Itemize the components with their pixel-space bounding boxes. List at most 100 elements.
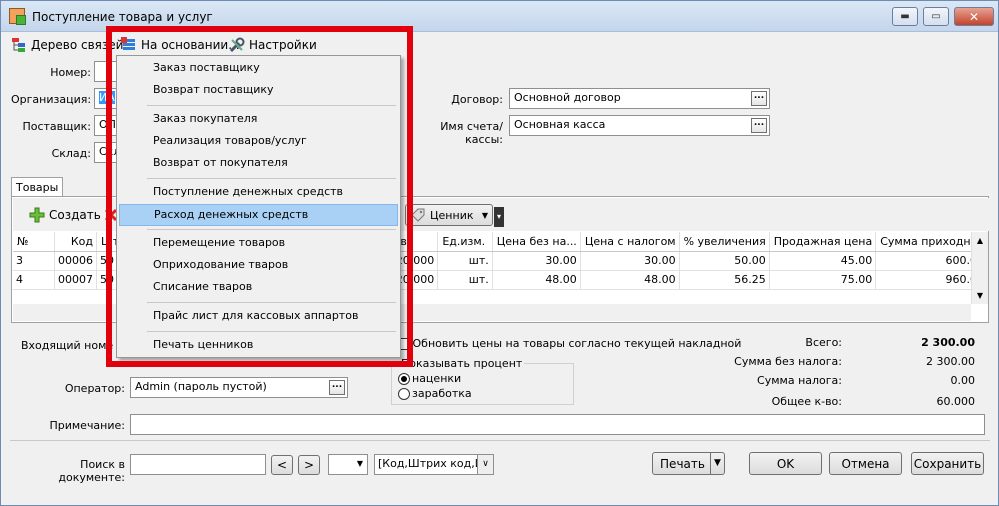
menu-item-goods-transfer[interactable]: Перемещение товаров xyxy=(119,233,398,255)
organization-value: ИА xyxy=(99,91,115,104)
account-label: Имя счета/кассы: xyxy=(440,120,503,146)
column-header[interactable]: Ед.изм. xyxy=(437,232,493,252)
app-icon xyxy=(9,8,26,25)
percent-group-label: Показывать процент xyxy=(399,357,525,370)
table-cell: 50.00 xyxy=(679,251,770,271)
scroll-down-icon[interactable]: ▼ xyxy=(972,287,988,304)
menu-item-customer-order[interactable]: Заказ покупателя xyxy=(119,109,398,131)
operator-label: Оператор: xyxy=(64,382,125,395)
table-cell: 00006 xyxy=(54,251,97,271)
table-cell: 48.00 xyxy=(492,270,581,290)
search-fields-select[interactable]: [Код,Штрих код,И ∨ xyxy=(374,454,494,475)
table-cell: 75.00 xyxy=(769,270,877,290)
tree-button[interactable]: Дерево связей xyxy=(11,36,123,54)
based-on-button[interactable]: На основании... xyxy=(121,36,240,54)
column-header[interactable]: Код xyxy=(54,232,97,252)
radio-unselected[interactable] xyxy=(398,388,410,400)
table-cell: 00007 xyxy=(54,270,97,290)
search-input[interactable] xyxy=(130,454,266,475)
table-cell: 30.00 xyxy=(580,251,680,271)
print-dropdown-icon[interactable]: ▼ xyxy=(710,453,724,474)
note-field[interactable] xyxy=(130,414,985,435)
table-cell: 56.25 xyxy=(679,270,770,290)
column-header[interactable]: % увеличения xyxy=(679,232,770,252)
earnings-radio[interactable]: заработка xyxy=(398,387,472,400)
account-select-button[interactable]: ... xyxy=(751,118,767,133)
close-button[interactable]: ✕ xyxy=(954,7,994,26)
operator-select-button[interactable]: ... xyxy=(329,380,345,395)
qty-value: 60.000 xyxy=(936,395,976,408)
chevron-down-icon: ▼ xyxy=(356,459,363,468)
menu-item-customer-return[interactable]: Возврат от покупателя xyxy=(119,153,398,175)
account-field[interactable]: Основная касса... xyxy=(509,115,770,136)
search-label: Поиск в документе: xyxy=(58,458,125,484)
column-header[interactable]: Цена с налогом xyxy=(580,232,680,252)
menu-item-print-price-tags[interactable]: Печать ценников xyxy=(119,335,398,357)
overflow-chevron-icon[interactable]: ▾ xyxy=(494,207,504,227)
create-button[interactable]: Создать xyxy=(29,206,101,224)
print-label: Печать xyxy=(660,456,705,471)
column-header[interactable]: № xyxy=(13,232,55,252)
toolbar: Дерево связей На основании... Настройки xyxy=(1,32,998,87)
price-tag-button[interactable]: Ценник ▼ xyxy=(405,204,493,226)
menu-item-cash-expense[interactable]: Расход денежных средств xyxy=(119,204,398,226)
markup-radio[interactable]: наценки xyxy=(398,372,461,385)
qty-label: Общее к-во: xyxy=(771,395,842,408)
menu-separator xyxy=(147,302,396,303)
radio-selected[interactable] xyxy=(398,373,410,385)
documents-icon xyxy=(121,37,135,50)
next-button[interactable]: > xyxy=(298,455,320,475)
tag-icon xyxy=(411,208,425,222)
window-title: Поступление товара и услуг xyxy=(32,10,213,24)
account-value: Основная касса xyxy=(514,118,606,131)
menu-item-supplier-order[interactable]: Заказ поставщику xyxy=(119,58,398,80)
earnings-label: заработка xyxy=(412,387,472,400)
column-header[interactable]: Продажная цена xyxy=(769,232,877,252)
no-tax-label: Сумма без налога: xyxy=(734,355,842,368)
cancel-button[interactable]: Отмена xyxy=(829,452,902,475)
print-button[interactable]: Печать ▼ xyxy=(652,452,725,475)
table-cell: 45.00 xyxy=(769,251,877,271)
menu-item-return-to-supplier[interactable]: Возврат поставщику xyxy=(119,80,398,102)
column-header[interactable]: Цена без на... xyxy=(492,232,581,252)
tree-icon xyxy=(12,38,25,52)
contract-label: Договор: xyxy=(451,93,503,106)
save-button[interactable]: Сохранить xyxy=(911,452,984,475)
maximize-button[interactable]: ▭ xyxy=(923,7,949,26)
vertical-scrollbar[interactable]: ▲ ▼ xyxy=(971,232,988,304)
chevron-down-icon[interactable]: ∨ xyxy=(477,455,493,474)
tax-label: Сумма налога: xyxy=(757,374,842,387)
prev-button[interactable]: < xyxy=(271,455,293,475)
total-value: 2 300.00 xyxy=(921,336,975,349)
tax-value: 0.00 xyxy=(950,374,976,387)
menu-item-goods-posting[interactable]: Оприходование тваров xyxy=(119,255,398,277)
contract-select-button[interactable]: ... xyxy=(751,91,767,106)
footer-divider xyxy=(10,440,990,441)
price-tag-label: Ценник xyxy=(430,208,474,222)
settings-label: Настройки xyxy=(249,38,317,52)
minimize-button[interactable]: ▬ xyxy=(892,7,918,26)
tree-label: Дерево связей xyxy=(31,38,124,52)
scroll-up-icon[interactable]: ▲ xyxy=(972,232,988,249)
table-cell: шт. xyxy=(437,270,493,290)
menu-separator xyxy=(147,229,396,230)
no-tax-value: 2 300.00 xyxy=(926,355,975,368)
search-mode-select[interactable]: ▼ xyxy=(328,454,368,475)
menu-item-sales[interactable]: Реализация товаров/услуг xyxy=(119,131,398,153)
settings-button[interactable]: Настройки xyxy=(229,36,317,54)
contract-field[interactable]: Основной договор... xyxy=(509,88,770,109)
title-bar: Поступление товара и услуг ▬ ▭ ✕ xyxy=(1,1,998,32)
search-fields-value: [Код,Штрих код,И xyxy=(378,457,483,470)
update-prices-checkbox[interactable]: Обновить цены на товары согласно текущей… xyxy=(397,337,741,350)
organization-label: Организация: xyxy=(11,93,92,106)
menu-item-cash-receipt[interactable]: Поступление денежных средств xyxy=(119,182,398,204)
menu-item-goods-writeoff[interactable]: Списание тваров xyxy=(119,277,398,299)
warehouse-label: Склад: xyxy=(51,147,91,160)
note-label: Примечание: xyxy=(49,419,125,432)
markup-label: наценки xyxy=(412,372,462,385)
operator-field[interactable]: Admin (пароль пустой)... xyxy=(130,377,348,398)
ok-button[interactable]: OK xyxy=(749,452,822,475)
table-cell: шт. xyxy=(437,251,493,271)
tab-goods[interactable]: Товары xyxy=(11,177,63,197)
menu-item-price-list[interactable]: Прайс лист для кассовых аппартов xyxy=(119,306,398,328)
